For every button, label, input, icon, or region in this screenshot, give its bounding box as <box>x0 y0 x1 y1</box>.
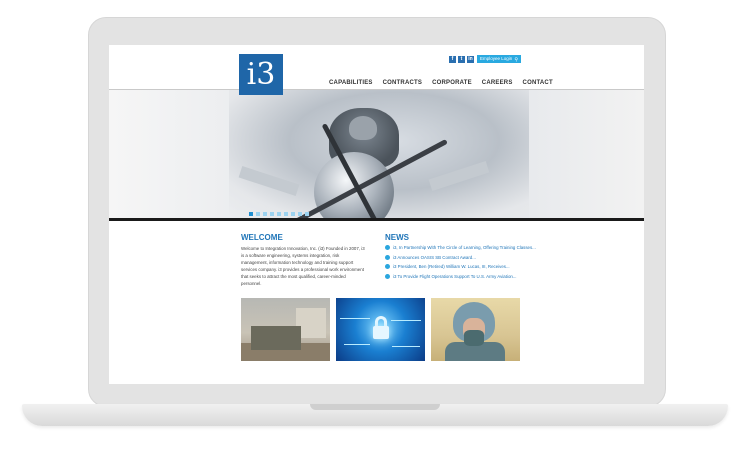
linkedin-icon[interactable]: in <box>467 56 474 63</box>
news-item[interactable]: i3 To Provide Flight Operations Support … <box>385 272 535 282</box>
slider-dot[interactable] <box>291 212 295 216</box>
news-item[interactable]: i3 Announces OASIS SB Contract Award... <box>385 253 535 263</box>
news-link[interactable]: i3 President, Ben (Retired) William W. L… <box>393 264 510 269</box>
slider-dot[interactable] <box>277 212 281 216</box>
slider-dot[interactable] <box>305 212 309 216</box>
news-link[interactable]: i3 Announces OASIS SB Contract Award... <box>393 255 476 260</box>
bullet-icon <box>385 245 390 251</box>
facebook-icon[interactable]: f <box>449 56 456 63</box>
social-links: f t in <box>449 56 474 63</box>
circuit-trace <box>391 320 421 321</box>
bullet-icon <box>385 273 390 279</box>
logo-text: i3 <box>246 56 276 92</box>
site-header: i3 f t in Employee Login ⚲ CAPABILITIES … <box>109 45 644 95</box>
nav-contact[interactable]: CONTACT <box>523 80 553 86</box>
news-item[interactable]: i3, In Partnership With The Circle of Le… <box>385 243 536 253</box>
bullet-icon <box>385 254 390 260</box>
padlock-body <box>373 326 389 339</box>
employee-login-button[interactable]: Employee Login ⚲ <box>477 55 521 63</box>
welcome-text: Welcome to Integration Innovation, Inc. … <box>241 246 365 286</box>
main-nav: CAPABILITIES CONTRACTS CORPORATE CAREERS… <box>329 80 553 86</box>
twitter-icon[interactable]: t <box>458 56 465 63</box>
circuit-trace <box>340 318 370 319</box>
nav-careers[interactable]: CAREERS <box>482 80 513 86</box>
feature-thumbnail-cybersecurity[interactable] <box>336 298 425 361</box>
hero-bottom-bar <box>109 218 644 221</box>
slider-dot[interactable] <box>256 212 260 216</box>
nav-contracts[interactable]: CONTRACTS <box>383 80 422 86</box>
thumbnail-shape <box>251 326 301 350</box>
news-link[interactable]: i3 To Provide Flight Operations Support … <box>393 274 517 279</box>
nav-corporate[interactable]: CORPORATE <box>432 80 472 86</box>
circuit-trace <box>344 344 370 345</box>
bullet-icon <box>385 264 390 270</box>
welcome-heading: WELCOME <box>241 233 283 242</box>
laptop-mockup: i3 f t in Employee Login ⚲ CAPABILITIES … <box>0 0 750 450</box>
employee-login-label: Employee Login <box>480 56 513 61</box>
feature-thumbnail-pilot[interactable] <box>431 298 520 361</box>
slider-dot[interactable] <box>270 212 274 216</box>
pilot-helmet <box>349 116 377 140</box>
slider-dot[interactable] <box>298 212 302 216</box>
nav-capabilities[interactable]: CAPABILITIES <box>329 80 373 86</box>
search-icon: ⚲ <box>514 57 518 63</box>
news-list: i3, In Partnership With The Circle of Le… <box>385 243 536 282</box>
website-screen: i3 f t in Employee Login ⚲ CAPABILITIES … <box>109 45 644 384</box>
site-logo[interactable]: i3 <box>239 54 283 95</box>
news-heading: NEWS <box>385 233 409 242</box>
slider-dots <box>249 212 309 216</box>
circuit-trace <box>392 346 420 347</box>
news-link[interactable]: i3, In Partnership With The Circle of Le… <box>393 245 536 250</box>
slider-dot[interactable] <box>284 212 288 216</box>
slider-dot[interactable] <box>249 212 253 216</box>
news-item[interactable]: i3 President, Ben (Retired) William W. L… <box>385 262 535 272</box>
hero-slider[interactable] <box>109 90 644 218</box>
laptop-notch <box>310 404 440 410</box>
feature-thumbnail-soldier[interactable] <box>241 298 330 361</box>
oxygen-mask <box>464 330 484 346</box>
slider-dot[interactable] <box>263 212 267 216</box>
